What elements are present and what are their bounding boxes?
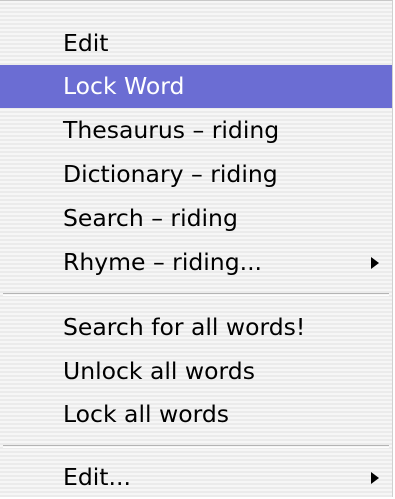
menu-item-thesaurus[interactable]: Thesaurus – riding xyxy=(0,109,392,152)
menu-item-label: Edit xyxy=(63,29,109,57)
menu-item-label: Dictionary – riding xyxy=(63,160,278,188)
menu-item-label: Thesaurus – riding xyxy=(63,116,280,144)
menu-item-lock-word[interactable]: Lock Word xyxy=(0,65,392,108)
menu-item-label: Unlock all words xyxy=(63,357,255,385)
menu-item-label: Search – riding xyxy=(63,204,238,232)
menu-item-label: Rhyme – riding... xyxy=(63,248,263,276)
context-menu: Edit Lock Word Thesaurus – riding Dictio… xyxy=(0,0,393,497)
triangle-right-icon xyxy=(371,471,379,484)
menu-item-edit[interactable]: Edit xyxy=(0,22,392,65)
menu-item-label: Search for all words! xyxy=(63,313,306,341)
menu-item-dictionary[interactable]: Dictionary – riding xyxy=(0,153,392,196)
menu-separator xyxy=(3,293,389,296)
menu-separator xyxy=(3,445,389,448)
menu-item-rhyme[interactable]: Rhyme – riding... xyxy=(0,241,392,284)
menu-item-label: Lock all words xyxy=(63,400,229,428)
menu-item-unlock-all-words[interactable]: Unlock all words xyxy=(0,350,392,393)
menu-item-label: Lock Word xyxy=(63,72,185,100)
menu-item-label: Edit... xyxy=(63,463,131,491)
menu-item-search-all-words[interactable]: Search for all words! xyxy=(0,306,392,349)
menu-item-edit-submenu[interactable]: Edit... xyxy=(0,456,392,499)
menu-item-search[interactable]: Search – riding xyxy=(0,197,392,240)
triangle-right-icon xyxy=(371,256,379,269)
menu-item-lock-all-words[interactable]: Lock all words xyxy=(0,393,392,436)
